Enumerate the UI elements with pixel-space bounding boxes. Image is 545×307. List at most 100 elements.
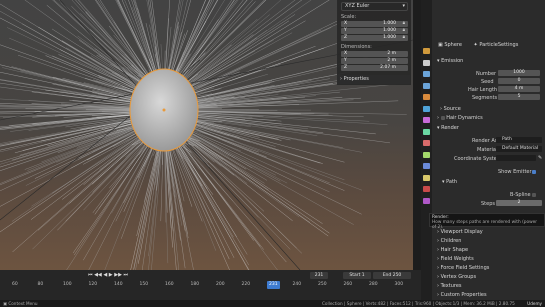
hair-strand — [191, 127, 330, 184]
end-frame-field[interactable]: End 250 — [373, 272, 411, 279]
coordinate-system-label: Coordinate System — [454, 156, 502, 162]
hair-strand — [71, 0, 151, 87]
frame-tick-label: 120 — [88, 282, 98, 287]
chevron-down-icon: ▾ — [442, 179, 445, 185]
path-title: Path — [446, 179, 458, 185]
hair-strand — [164, 18, 169, 76]
properties-tab-icon[interactable] — [423, 94, 430, 100]
frame-tick-label: 140 — [114, 282, 123, 287]
hair-dynamics-panel-header[interactable]: › Hair Dynamics — [432, 114, 545, 123]
properties-tab-icon[interactable] — [423, 186, 430, 192]
render-as-dropdown[interactable]: Path — [496, 137, 542, 143]
frame-tick-label: 280 — [369, 282, 378, 287]
chevron-down-icon: ▾ — [437, 125, 440, 131]
properties-tab-icon[interactable] — [423, 140, 430, 146]
scale-y-field[interactable]: Y 1.000 🔒︎ — [341, 28, 408, 34]
hair-strand — [173, 140, 235, 258]
steps-field[interactable]: 2 — [496, 200, 542, 206]
panel-header-custom-properties[interactable]: › Custom Properties — [432, 291, 545, 300]
scale-x-field[interactable]: X 1.000 🔒︎ — [341, 21, 408, 27]
timeline[interactable]: ⏮ ◀◀ ◀ ▶ ▶▶ ⏭ 231 Start 1 End 250 60 80 10… — [0, 270, 421, 300]
scale-heading: Scale: — [341, 14, 357, 20]
panel-header-vertex-groups[interactable]: › Vertex Groups — [432, 273, 545, 282]
path-panel-header[interactable]: ▾ Path — [432, 178, 545, 187]
chevron-down-icon: ▾ — [402, 3, 405, 9]
frame-ruler[interactable]: 60 80 100 120 140 150 160 180 200 220 231 240 250 260… — [0, 281, 421, 290]
frame-tick-label: 300 — [394, 282, 404, 287]
seed-field[interactable]: 0 — [498, 78, 540, 84]
hair-strand — [11, 66, 143, 101]
hair-strand — [178, 0, 282, 90]
show-emitter-label: Show Emitter — [498, 169, 532, 175]
bspline-checkbox[interactable] — [532, 193, 536, 197]
udemy-logo: Udemy — [527, 301, 542, 306]
segments-label: Segments — [472, 95, 498, 101]
properties-tab-icon[interactable] — [423, 59, 430, 66]
properties-tab-icon[interactable] — [423, 128, 430, 135]
hair-length-field[interactable]: 4 m — [498, 86, 540, 92]
chevron-down-icon: ▾ — [437, 58, 440, 64]
hair-strand — [83, 139, 154, 261]
hair-strand — [193, 124, 321, 164]
panel-header-force-field-settings[interactable]: › Force Field Settings — [432, 264, 545, 273]
hair-strand — [182, 130, 330, 234]
hair-strand — [190, 130, 362, 215]
hair-strand — [7, 27, 141, 92]
hair-strand — [72, 142, 151, 254]
dimension-y-field[interactable]: Y2 m — [341, 58, 408, 64]
hair-strand — [12, 133, 148, 253]
hair-strand — [184, 133, 269, 190]
emission-panel-header[interactable]: ▾ Emission — [432, 57, 545, 66]
properties-tab-icon[interactable] — [423, 48, 430, 54]
source-panel-header[interactable]: › Source — [432, 105, 545, 114]
segments-field[interactable]: 5 — [498, 94, 540, 100]
dimension-z-field[interactable]: Z 2.07 m — [341, 65, 408, 71]
particle-properties: ▣ Sphere ✦ ParticleSettings ▾ Emission N… — [432, 0, 545, 300]
coordinate-system-field[interactable] — [496, 155, 536, 161]
hair-strand — [115, 143, 155, 222]
hair-dynamics-checkbox[interactable] — [440, 115, 445, 120]
start-frame-field[interactable]: Start 1 — [343, 272, 371, 279]
panel-header-field-weights[interactable]: › Field Weights — [432, 255, 545, 264]
properties-tab-icon[interactable] — [423, 151, 430, 158]
properties-tab-icon[interactable] — [423, 105, 430, 112]
3d-viewport[interactable]: XYZ Euler ▾ Scale: X 1.000 🔒︎ Y 1.000 🔒︎ Z 1.… — [0, 0, 413, 270]
hair-strand — [191, 47, 325, 95]
panel-header-textures[interactable]: › Textures — [432, 282, 545, 291]
properties-tab-icon[interactable] — [423, 71, 430, 77]
render-panel-header[interactable]: ▾ Render — [432, 124, 545, 133]
rotation-mode-value: XYZ Euler — [345, 3, 370, 9]
rotation-mode-dropdown[interactable]: XYZ Euler ▾ — [341, 2, 408, 11]
start-value: 1 — [361, 273, 365, 278]
hair-strand — [181, 20, 290, 92]
properties-tab-icon[interactable] — [423, 117, 430, 123]
hair-strand — [174, 139, 250, 266]
tooltip-description: How many steps paths are rendered with (… — [432, 220, 538, 230]
scale-z-field[interactable]: Z 1.000 🔒︎ — [341, 35, 408, 41]
properties-tab-icon[interactable] — [423, 82, 430, 89]
properties-subpanel-header[interactable]: › Properties — [337, 75, 410, 84]
eyedropper-icon[interactable]: ✎ — [538, 155, 542, 161]
panel-header-hair-shape[interactable]: › Hair Shape — [432, 246, 545, 255]
playback-controls[interactable]: ⏮ ◀◀ ◀ ▶ ▶▶ ⏭ — [86, 272, 130, 279]
hair-strand — [37, 138, 145, 231]
particle-header: ▣ Sphere ✦ ParticleSettings — [432, 41, 545, 50]
particle-settings-icon: ✦ — [473, 42, 478, 48]
dimensions-heading: Dimensions: — [341, 44, 372, 50]
render-as-label: Render As — [472, 138, 498, 144]
chevron-right-icon: › — [437, 115, 439, 121]
panel-title: Custom Properties — [439, 292, 487, 298]
properties-tab-icon[interactable] — [423, 197, 430, 204]
frame-tick-label: 80 — [37, 282, 44, 287]
hair-strand — [146, 0, 161, 77]
show-emitter-checkbox[interactable] — [532, 170, 536, 174]
properties-tab-icon[interactable] — [423, 174, 430, 181]
hair-length-label: Hair Length — [468, 87, 498, 93]
panel-header-children[interactable]: › Children — [432, 237, 545, 246]
properties-tab-icon[interactable] — [423, 163, 430, 169]
number-field[interactable]: 1000 — [498, 70, 540, 76]
dimension-x-field[interactable]: X2 m — [341, 51, 408, 57]
current-frame-field[interactable]: 231 — [310, 272, 328, 279]
frame-tick-label: 100 — [63, 282, 72, 287]
material-dropdown[interactable]: Default Material — [496, 146, 542, 152]
